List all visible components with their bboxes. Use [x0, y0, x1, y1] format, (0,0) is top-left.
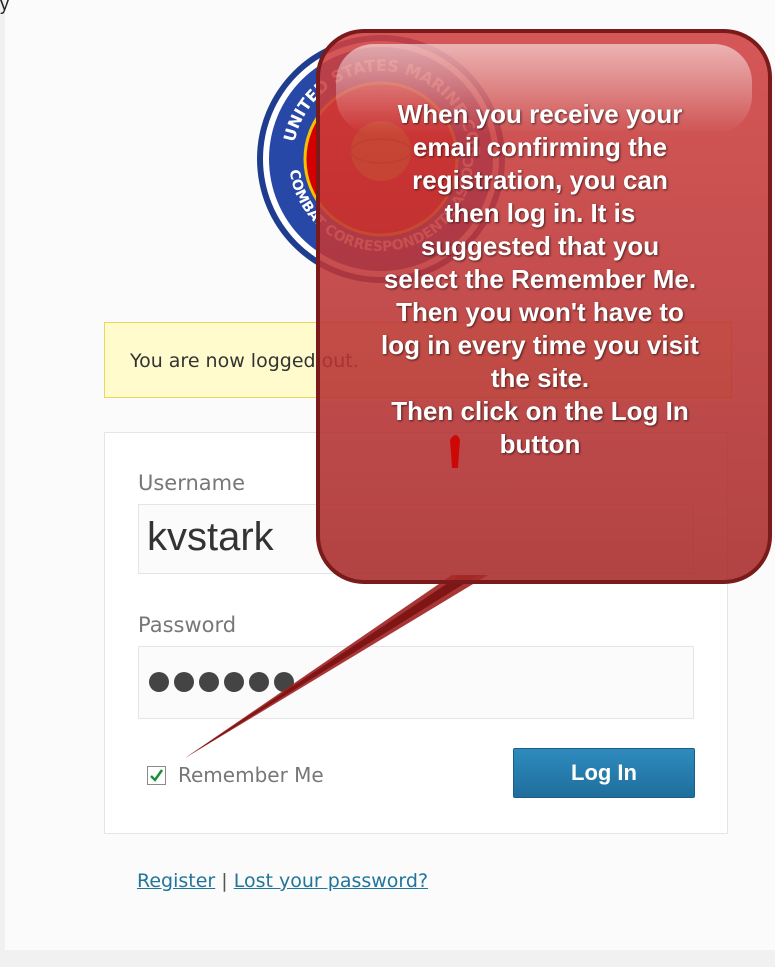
logout-message-text: You are now logged out. — [130, 350, 359, 372]
remember-me-checkbox[interactable] — [147, 765, 166, 785]
callout-instructions-text: When you receive your email confirming t… — [381, 99, 699, 459]
password-dot — [224, 672, 244, 692]
top-text-fragment: y — [0, 0, 9, 14]
username-value: kvstark — [147, 515, 274, 559]
login-form: Username kvstark Password Remember Me Lo… — [104, 432, 728, 834]
remember-me-label: Remember Me — [178, 763, 324, 787]
password-masked-dots — [149, 672, 294, 692]
password-dot — [149, 672, 169, 692]
password-dot — [274, 672, 294, 692]
password-label: Password — [138, 613, 237, 637]
login-nav-links: Register | Lost your password? — [137, 870, 428, 892]
checkmark-icon — [150, 768, 164, 782]
password-dot — [174, 672, 194, 692]
password-dot — [249, 672, 269, 692]
nav-separator: | — [221, 870, 228, 892]
register-link[interactable]: Register — [137, 870, 215, 892]
log-in-button[interactable]: Log In — [513, 748, 695, 798]
lost-password-link[interactable]: Lost your password? — [234, 870, 428, 892]
username-label: Username — [138, 471, 246, 495]
username-input[interactable]: kvstark — [138, 504, 694, 574]
password-dot — [199, 672, 219, 692]
password-input[interactable] — [138, 646, 694, 719]
remember-me-row: Remember Me — [147, 763, 324, 787]
